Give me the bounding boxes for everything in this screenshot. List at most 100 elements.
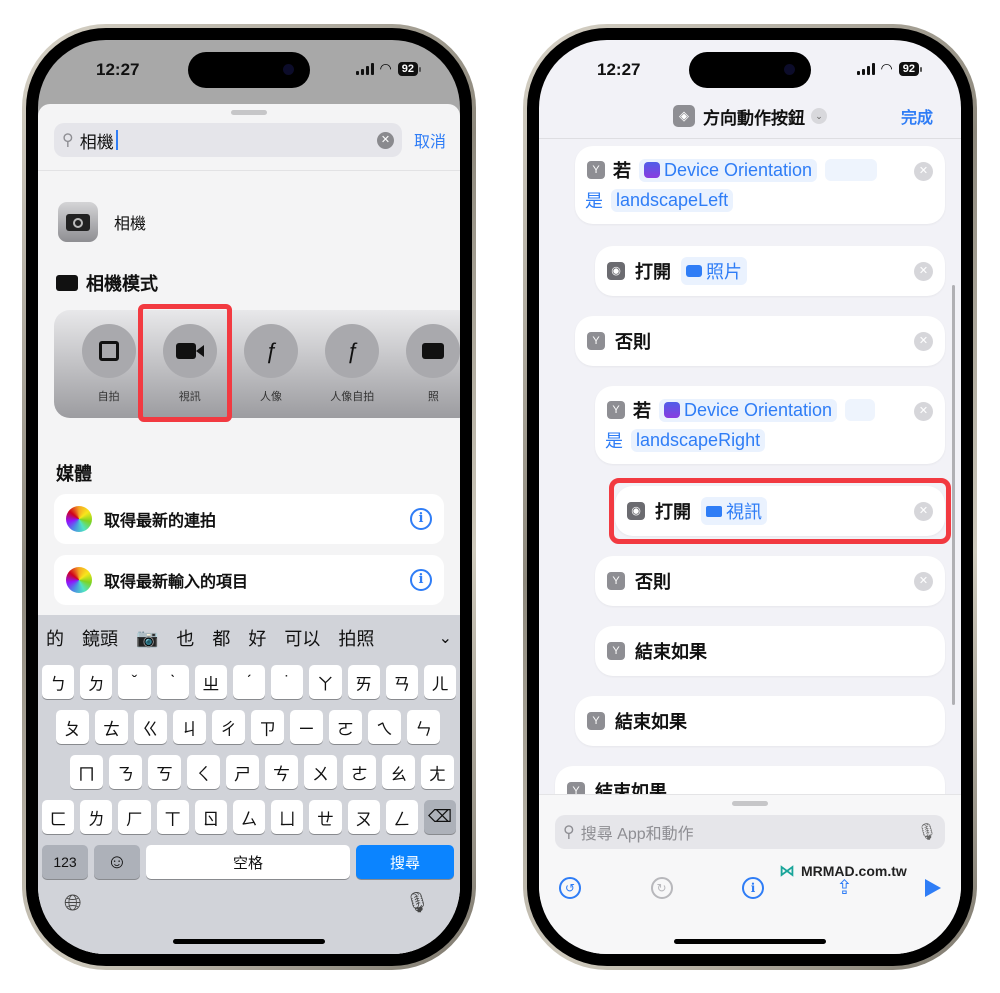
action-end-if[interactable]: Y 結束如果 bbox=[595, 626, 945, 676]
key[interactable]: ㄢ bbox=[385, 665, 418, 699]
key[interactable]: ㄞ bbox=[347, 665, 380, 699]
mode-portrait-selfie[interactable]: ƒ 人像自拍 bbox=[312, 310, 393, 418]
candidate[interactable]: 鏡頭 bbox=[82, 625, 118, 651]
candidate[interactable]: 好 bbox=[248, 625, 266, 651]
key[interactable]: ㄤ bbox=[421, 755, 454, 789]
candidate[interactable]: 都 bbox=[212, 625, 230, 651]
app-result-camera[interactable]: 相機 bbox=[58, 202, 146, 242]
condition-token[interactable] bbox=[845, 399, 876, 421]
key[interactable]: ㄠ bbox=[382, 755, 415, 789]
key[interactable]: ㄣ bbox=[407, 710, 440, 744]
remove-action-icon[interactable]: ✕ bbox=[914, 261, 933, 281]
share-icon[interactable]: ⇪ bbox=[834, 877, 856, 899]
key[interactable]: ˋ bbox=[156, 665, 189, 699]
key[interactable]: ㄎ bbox=[148, 755, 181, 789]
key[interactable]: ㄡ bbox=[347, 800, 380, 834]
value-token[interactable]: landscapeRight bbox=[631, 428, 766, 452]
emoji-key[interactable]: ☺ bbox=[94, 845, 140, 879]
space-key[interactable]: 空格 bbox=[146, 845, 350, 879]
key[interactable]: ㄘ bbox=[265, 755, 298, 789]
remove-action-icon[interactable]: ✕ bbox=[914, 331, 933, 351]
info-icon[interactable]: i bbox=[742, 877, 764, 899]
shortcut-title[interactable]: 方向動作按鈕 bbox=[703, 104, 805, 129]
action-otherwise[interactable]: Y 否則 ✕ bbox=[575, 316, 945, 366]
clear-search-icon[interactable]: ✕ bbox=[376, 131, 394, 149]
mode-photo[interactable]: 照 bbox=[393, 310, 460, 418]
action-otherwise[interactable]: Y 否則 ✕ bbox=[595, 556, 945, 606]
chevron-down-icon[interactable]: ⌄ bbox=[811, 108, 827, 124]
key[interactable]: ㄟ bbox=[368, 710, 401, 744]
redo-icon[interactable]: ↻ bbox=[650, 877, 673, 899]
globe-icon[interactable]: 🌐︎ bbox=[64, 890, 82, 916]
key[interactable]: ㄍ bbox=[134, 710, 167, 744]
info-icon[interactable]: i bbox=[410, 569, 432, 591]
key[interactable]: ㄖ bbox=[194, 800, 227, 834]
chevron-down-icon[interactable]: ⌄ bbox=[439, 628, 452, 648]
candidate[interactable]: 📷 bbox=[136, 628, 158, 649]
mode-portrait[interactable]: ƒ 人像 bbox=[230, 310, 311, 418]
scrollbar[interactable] bbox=[952, 285, 955, 705]
key[interactable]: ㄚ bbox=[309, 665, 342, 699]
remove-action-icon[interactable]: ✕ bbox=[914, 402, 933, 421]
key[interactable]: ㄊ bbox=[95, 710, 128, 744]
condition-label[interactable]: 是 bbox=[585, 187, 603, 213]
key[interactable]: ㄝ bbox=[309, 800, 342, 834]
home-indicator[interactable] bbox=[674, 939, 826, 944]
microphone-icon[interactable]: 🎙︎ bbox=[917, 822, 937, 842]
key[interactable]: ㄇ bbox=[70, 755, 103, 789]
cancel-button[interactable]: 取消 bbox=[414, 128, 446, 152]
search-input[interactable]: ⚲ 相機 ✕ bbox=[54, 123, 402, 157]
action-if[interactable]: Y 若 Device Orientation 是 landscapeRight … bbox=[595, 386, 945, 464]
key[interactable]: ˙ bbox=[271, 665, 304, 699]
microphone-icon[interactable]: 🎙︎ bbox=[405, 890, 430, 915]
key[interactable]: ㄜ bbox=[343, 755, 376, 789]
action-if[interactable]: Y 若 Device Orientation 是 landscapeLeft ✕ bbox=[575, 146, 945, 224]
done-button[interactable]: 完成 bbox=[901, 104, 933, 128]
key[interactable]: ㄦ bbox=[423, 665, 457, 699]
value-token[interactable]: landscapeLeft bbox=[611, 188, 734, 212]
key[interactable]: ㄈ bbox=[42, 800, 75, 834]
key[interactable]: ㄒ bbox=[156, 800, 189, 834]
action-end-if[interactable]: Y 結束如果 bbox=[575, 696, 945, 746]
variable-token[interactable]: Device Orientation bbox=[639, 158, 818, 182]
key[interactable]: ㄋ bbox=[109, 755, 142, 789]
list-item[interactable]: 取得最新的連拍 i bbox=[54, 494, 444, 544]
undo-icon[interactable]: ↺ bbox=[559, 877, 581, 899]
key[interactable]: ˊ bbox=[232, 665, 266, 699]
camera-mode-token[interactable]: 照片 bbox=[681, 257, 747, 285]
key[interactable]: ㄉ bbox=[80, 665, 113, 699]
key[interactable]: ˇ bbox=[118, 665, 151, 699]
key[interactable]: ㄙ bbox=[232, 800, 266, 834]
remove-action-icon[interactable]: ✕ bbox=[914, 571, 933, 591]
list-item[interactable]: 取得最新輸入的項目 i bbox=[54, 555, 444, 605]
home-indicator[interactable] bbox=[173, 939, 325, 944]
search-key[interactable]: 搜尋 bbox=[356, 845, 454, 879]
camera-modes-carousel[interactable]: 自拍 視訊 ƒ 人像 ƒ 人像自拍 照 bbox=[54, 310, 460, 418]
key[interactable]: ㄅ bbox=[42, 665, 75, 699]
key[interactable]: ㄕ bbox=[226, 755, 259, 789]
key[interactable]: ㄨ bbox=[304, 755, 337, 789]
play-icon[interactable] bbox=[925, 879, 941, 897]
candidate[interactable]: 可以 bbox=[284, 625, 320, 651]
key[interactable]: ㄛ bbox=[329, 710, 362, 744]
key[interactable]: ㄆ bbox=[56, 710, 89, 744]
key[interactable]: ㄏ bbox=[118, 800, 151, 834]
delete-key[interactable]: ⌫ bbox=[423, 800, 457, 834]
numbers-key[interactable]: 123 bbox=[42, 845, 88, 879]
key[interactable]: ㄌ bbox=[80, 800, 113, 834]
remove-action-icon[interactable]: ✕ bbox=[914, 162, 933, 181]
key[interactable]: ㄧ bbox=[290, 710, 323, 744]
candidate[interactable]: 的 bbox=[46, 625, 64, 651]
info-icon[interactable]: i bbox=[410, 508, 432, 530]
variable-token[interactable]: Device Orientation bbox=[659, 398, 838, 422]
key[interactable]: ㄐ bbox=[173, 710, 206, 744]
condition-label[interactable]: 是 bbox=[605, 427, 623, 453]
search-input[interactable]: ⚲ 搜尋 App和動作 🎙︎ bbox=[555, 815, 945, 849]
sheet-grabber[interactable] bbox=[231, 110, 267, 115]
key[interactable]: ㄔ bbox=[212, 710, 245, 744]
condition-token[interactable] bbox=[825, 159, 878, 181]
key[interactable]: ㄓ bbox=[194, 665, 227, 699]
action-open-camera[interactable]: ◉ 打開 照片 ✕ bbox=[595, 246, 945, 296]
key[interactable]: ㄑ bbox=[187, 755, 220, 789]
candidate[interactable]: 拍照 bbox=[338, 625, 374, 651]
